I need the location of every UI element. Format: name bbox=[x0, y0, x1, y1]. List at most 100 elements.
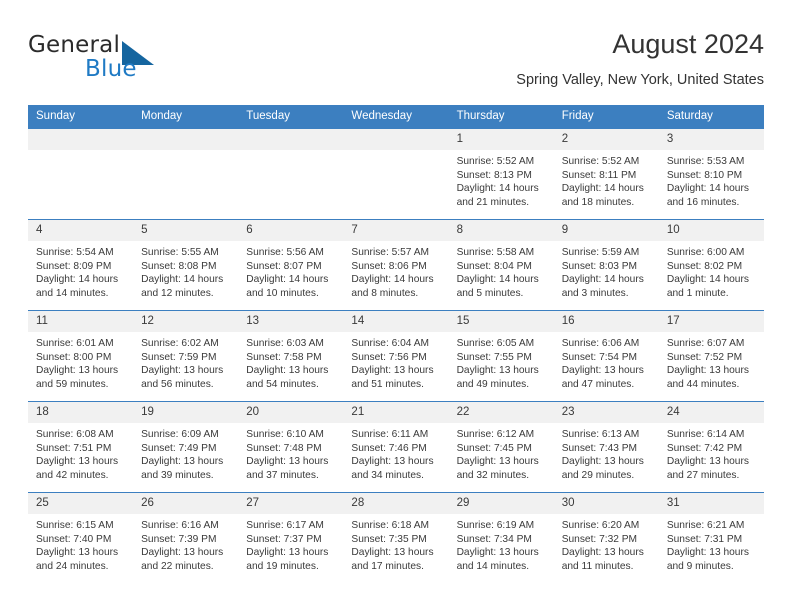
day-cell[interactable]: 16 Sunrise: 6:06 AM Sunset: 7:54 PM Dayl… bbox=[553, 310, 659, 402]
day-cell[interactable]: 20 Sunrise: 6:10 AM Sunset: 7:48 PM Dayl… bbox=[238, 401, 344, 493]
sunrise-line: Sunrise: 5:52 AM bbox=[561, 156, 640, 167]
sunrise-line: Sunrise: 5:53 AM bbox=[666, 156, 745, 167]
weekday-header-row: Sunday Monday Tuesday Wednesday Thursday… bbox=[28, 105, 764, 129]
daylight-line-1: Daylight: 14 hours bbox=[351, 274, 434, 286]
day-cell[interactable]: 30 Sunrise: 6:20 AM Sunset: 7:32 PM Dayl… bbox=[553, 492, 659, 583]
daylight-line-2: and 29 minutes. bbox=[561, 469, 635, 481]
day-cell[interactable]: 28 Sunrise: 6:18 AM Sunset: 7:35 PM Dayl… bbox=[343, 492, 449, 583]
daylight-line-1: Daylight: 14 hours bbox=[141, 274, 224, 286]
sunset-line: Sunset: 8:07 PM bbox=[246, 260, 322, 272]
week-row: 18 Sunrise: 6:08 AM Sunset: 7:51 PM Dayl… bbox=[28, 401, 764, 493]
day-number: 25 bbox=[28, 493, 134, 514]
day-details: Sunrise: 6:00 AM Sunset: 8:02 PM Dayligh… bbox=[659, 241, 764, 300]
sunrise-line: Sunrise: 6:15 AM bbox=[36, 520, 114, 531]
day-number: 8 bbox=[448, 220, 554, 241]
sunset-line: Sunset: 8:06 PM bbox=[351, 260, 427, 272]
daylight-line-1: Daylight: 14 hours bbox=[561, 274, 644, 286]
day-cell-empty bbox=[28, 129, 134, 220]
daylight-line-1: Daylight: 13 hours bbox=[561, 365, 644, 377]
day-details: Sunrise: 6:14 AM Sunset: 7:42 PM Dayligh… bbox=[659, 423, 764, 482]
sunrise-line: Sunrise: 5:52 AM bbox=[456, 156, 535, 167]
daylight-line-2: and 51 minutes. bbox=[351, 378, 424, 390]
sunrise-line: Sunrise: 6:21 AM bbox=[666, 520, 745, 531]
daylight-line-1: Daylight: 13 hours bbox=[36, 456, 119, 468]
day-details: Sunrise: 6:10 AM Sunset: 7:48 PM Dayligh… bbox=[238, 423, 343, 482]
day-cell[interactable]: 26 Sunrise: 6:16 AM Sunset: 7:39 PM Dayl… bbox=[133, 492, 239, 583]
day-cell[interactable]: 1 Sunrise: 5:52 AM Sunset: 8:13 PM Dayli… bbox=[448, 129, 554, 220]
day-details: Sunrise: 6:12 AM Sunset: 7:45 PM Dayligh… bbox=[449, 423, 554, 482]
daylight-line-2: and 44 minutes. bbox=[666, 378, 740, 390]
day-cell[interactable]: 5 Sunrise: 5:55 AM Sunset: 8:08 PM Dayli… bbox=[133, 219, 239, 311]
day-details: Sunrise: 5:59 AM Sunset: 8:03 PM Dayligh… bbox=[554, 241, 659, 300]
day-cell[interactable]: 24 Sunrise: 6:14 AM Sunset: 7:42 PM Dayl… bbox=[658, 401, 764, 493]
title-block: August 2024 Spring Valley, New York, Uni… bbox=[516, 28, 764, 89]
weekday-header-wednesday: Wednesday bbox=[343, 105, 449, 129]
day-cell[interactable]: 8 Sunrise: 5:58 AM Sunset: 8:04 PM Dayli… bbox=[448, 219, 554, 311]
day-cell-empty bbox=[133, 129, 239, 220]
sunset-line: Sunset: 8:00 PM bbox=[36, 351, 112, 363]
day-details: Sunrise: 5:52 AM Sunset: 8:13 PM Dayligh… bbox=[449, 150, 554, 209]
day-cell[interactable]: 19 Sunrise: 6:09 AM Sunset: 7:49 PM Dayl… bbox=[133, 401, 239, 493]
sunset-line: Sunset: 7:45 PM bbox=[456, 442, 532, 454]
sunset-line: Sunset: 7:39 PM bbox=[141, 533, 217, 545]
day-number: 9 bbox=[553, 220, 659, 241]
calendar-page: General Blue August 2024 Spring Valley, … bbox=[0, 0, 792, 612]
sunset-line: Sunset: 7:31 PM bbox=[666, 533, 743, 545]
day-cell[interactable]: 23 Sunrise: 6:13 AM Sunset: 7:43 PM Dayl… bbox=[553, 401, 659, 493]
day-cell[interactable]: 27 Sunrise: 6:17 AM Sunset: 7:37 PM Dayl… bbox=[238, 492, 344, 583]
day-details: Sunrise: 6:19 AM Sunset: 7:34 PM Dayligh… bbox=[449, 514, 554, 573]
daylight-line-2: and 37 minutes. bbox=[246, 469, 319, 481]
day-cell[interactable]: 14 Sunrise: 6:04 AM Sunset: 7:56 PM Dayl… bbox=[343, 310, 449, 402]
day-cell-empty bbox=[343, 129, 449, 220]
day-cell[interactable]: 13 Sunrise: 6:03 AM Sunset: 7:58 PM Dayl… bbox=[238, 310, 344, 402]
sunrise-line: Sunrise: 6:11 AM bbox=[351, 429, 429, 440]
day-cell[interactable]: 18 Sunrise: 6:08 AM Sunset: 7:51 PM Dayl… bbox=[28, 401, 134, 493]
day-cell[interactable]: 22 Sunrise: 6:12 AM Sunset: 7:45 PM Dayl… bbox=[448, 401, 554, 493]
day-cell[interactable]: 2 Sunrise: 5:52 AM Sunset: 8:11 PM Dayli… bbox=[553, 129, 659, 220]
day-cell[interactable]: 29 Sunrise: 6:19 AM Sunset: 7:34 PM Dayl… bbox=[448, 492, 554, 583]
sunrise-line: Sunrise: 6:04 AM bbox=[351, 338, 430, 349]
day-cell[interactable]: 7 Sunrise: 5:57 AM Sunset: 8:06 PM Dayli… bbox=[343, 219, 449, 311]
weekday-header-saturday: Saturday bbox=[658, 105, 764, 129]
day-cell[interactable]: 25 Sunrise: 6:15 AM Sunset: 7:40 PM Dayl… bbox=[28, 492, 134, 583]
day-number: 3 bbox=[658, 129, 764, 150]
sunset-line: Sunset: 7:48 PM bbox=[246, 442, 322, 454]
sunset-line: Sunset: 7:54 PM bbox=[561, 351, 638, 363]
sunset-line: Sunset: 7:46 PM bbox=[351, 442, 427, 454]
sunset-line: Sunset: 7:58 PM bbox=[246, 351, 322, 363]
sunset-line: Sunset: 7:37 PM bbox=[246, 533, 322, 545]
logo-text-blue: Blue bbox=[85, 56, 137, 82]
page-subtitle: Spring Valley, New York, United States bbox=[516, 72, 764, 88]
day-cell[interactable]: 9 Sunrise: 5:59 AM Sunset: 8:03 PM Dayli… bbox=[553, 219, 659, 311]
day-details: Sunrise: 6:16 AM Sunset: 7:39 PM Dayligh… bbox=[133, 514, 238, 573]
day-number: 10 bbox=[658, 220, 764, 241]
sunset-line: Sunset: 8:09 PM bbox=[36, 260, 112, 272]
day-cell[interactable]: 10 Sunrise: 6:00 AM Sunset: 8:02 PM Dayl… bbox=[658, 219, 764, 311]
day-cell[interactable]: 6 Sunrise: 5:56 AM Sunset: 8:07 PM Dayli… bbox=[238, 219, 344, 311]
weekday-header-friday: Friday bbox=[553, 105, 659, 129]
day-cell[interactable]: 3 Sunrise: 5:53 AM Sunset: 8:10 PM Dayli… bbox=[658, 129, 764, 220]
day-details: Sunrise: 6:09 AM Sunset: 7:49 PM Dayligh… bbox=[133, 423, 238, 482]
daylight-line-2: and 14 minutes. bbox=[36, 287, 109, 299]
day-details: Sunrise: 5:52 AM Sunset: 8:11 PM Dayligh… bbox=[554, 150, 659, 209]
general-blue-logo[interactable]: General Blue bbox=[28, 32, 198, 88]
day-cell[interactable]: 15 Sunrise: 6:05 AM Sunset: 7:55 PM Dayl… bbox=[448, 310, 554, 402]
daylight-line-2: and 47 minutes. bbox=[561, 378, 635, 390]
sunset-line: Sunset: 7:59 PM bbox=[141, 351, 217, 363]
daylight-line-2: and 8 minutes. bbox=[351, 287, 419, 299]
day-cell[interactable]: 4 Sunrise: 5:54 AM Sunset: 8:09 PM Dayli… bbox=[28, 219, 134, 311]
day-cell[interactable]: 17 Sunrise: 6:07 AM Sunset: 7:52 PM Dayl… bbox=[658, 310, 764, 402]
sunset-line: Sunset: 8:04 PM bbox=[456, 260, 532, 272]
sunset-line: Sunset: 7:52 PM bbox=[666, 351, 743, 363]
day-cell[interactable]: 11 Sunrise: 6:01 AM Sunset: 8:00 PM Dayl… bbox=[28, 310, 134, 402]
day-details: Sunrise: 5:58 AM Sunset: 8:04 PM Dayligh… bbox=[449, 241, 554, 300]
day-details: Sunrise: 6:07 AM Sunset: 7:52 PM Dayligh… bbox=[659, 332, 764, 391]
week-row: 11 Sunrise: 6:01 AM Sunset: 8:00 PM Dayl… bbox=[28, 310, 764, 402]
day-cell[interactable]: 31 Sunrise: 6:21 AM Sunset: 7:31 PM Dayl… bbox=[658, 492, 764, 583]
sunset-line: Sunset: 8:11 PM bbox=[561, 169, 637, 181]
day-cell[interactable]: 12 Sunrise: 6:02 AM Sunset: 7:59 PM Dayl… bbox=[133, 310, 239, 402]
day-cell[interactable]: 21 Sunrise: 6:11 AM Sunset: 7:46 PM Dayl… bbox=[343, 401, 449, 493]
day-details: Sunrise: 6:02 AM Sunset: 7:59 PM Dayligh… bbox=[133, 332, 238, 391]
day-details: Sunrise: 6:17 AM Sunset: 7:37 PM Dayligh… bbox=[238, 514, 343, 573]
sunrise-line: Sunrise: 5:59 AM bbox=[561, 247, 640, 258]
